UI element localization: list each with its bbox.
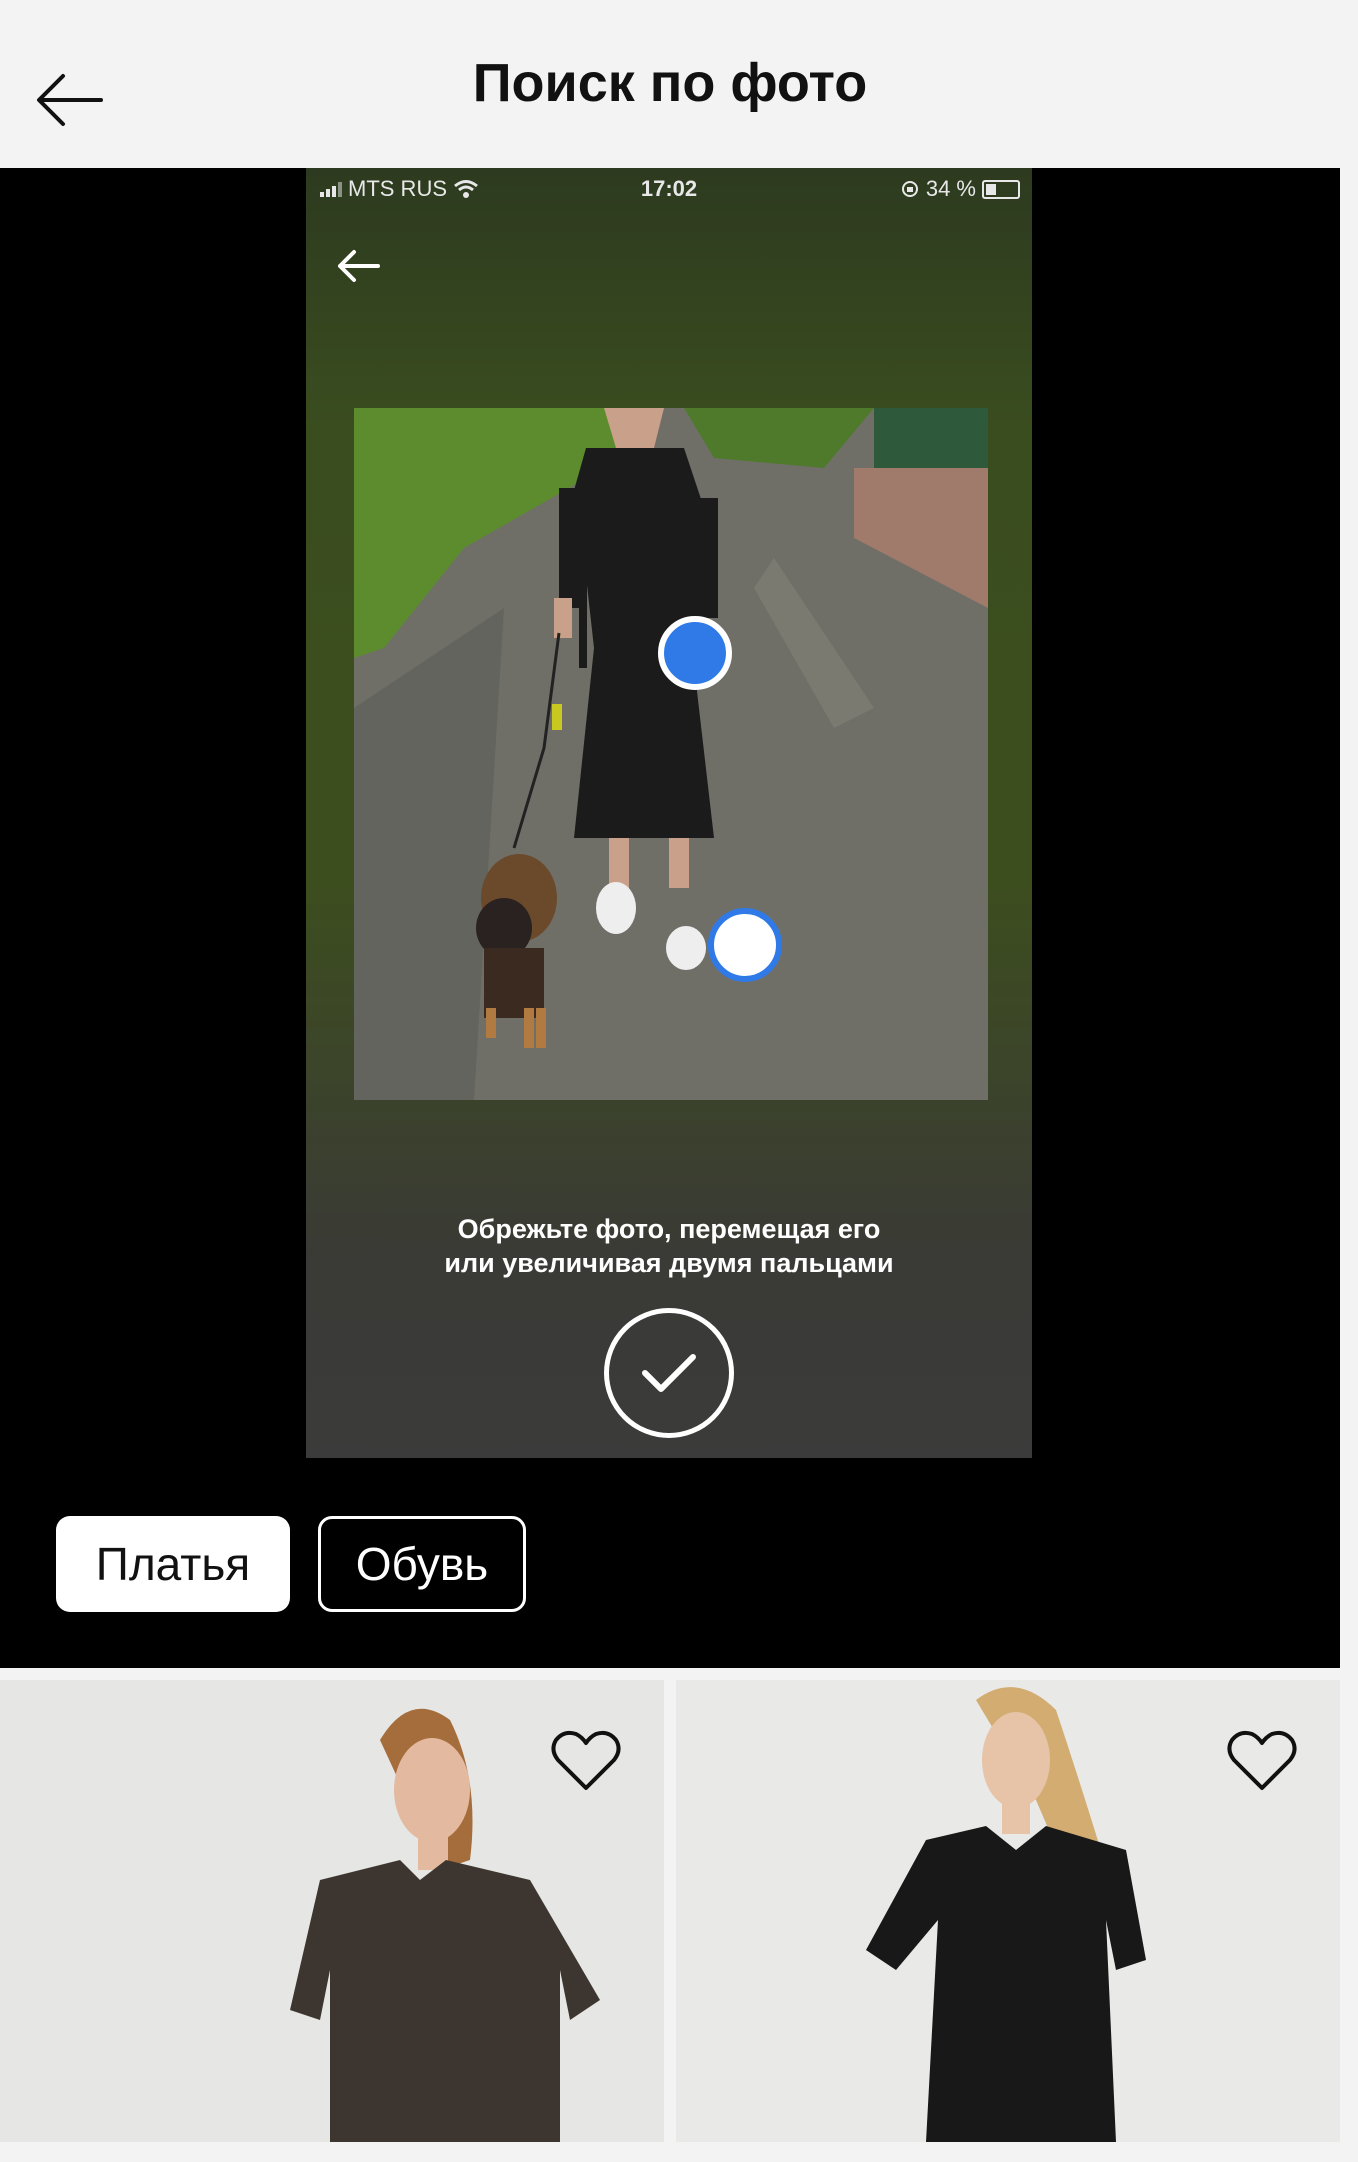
confirm-crop-button[interactable]: [604, 1308, 734, 1438]
page-title: Поиск по фото: [472, 53, 868, 113]
orientation-lock-icon: [901, 181, 918, 197]
instruction-line-1: Обрежьте фото, перемещая его: [457, 1214, 881, 1244]
battery-icon: [982, 179, 1020, 199]
product-card[interactable]: [676, 1680, 1340, 2142]
category-chip-dresses[interactable]: Платья: [56, 1516, 290, 1612]
checkmark-icon: [642, 1354, 696, 1392]
photo-crop-area: MTS RUS 17:02 34 % Обрежьте фото, переме…: [0, 168, 1340, 1668]
favorite-heart-icon[interactable]: [546, 1724, 626, 1798]
crop-handle-bottom[interactable]: [708, 908, 782, 982]
instruction-line-2: или увеличивая двумя пальцами: [444, 1248, 894, 1278]
category-chip-shoes[interactable]: Обувь: [318, 1516, 526, 1612]
crop-handle-top[interactable]: [658, 616, 732, 690]
inner-back-arrow-icon[interactable]: [328, 236, 388, 296]
photo-scene: [354, 408, 988, 1100]
status-right: 34 %: [900, 176, 1020, 202]
product-results: [0, 1680, 1340, 2162]
product-card[interactable]: [0, 1680, 664, 2142]
favorite-heart-icon[interactable]: [1222, 1724, 1302, 1798]
battery-percent: 34 %: [925, 176, 976, 201]
uploaded-photo[interactable]: [354, 408, 988, 1100]
crop-instruction: Обрежьте фото, перемещая его или увеличи…: [306, 1212, 1032, 1280]
phone-screenshot: MTS RUS 17:02 34 % Обрежьте фото, переме…: [306, 168, 1032, 1458]
app-header: Поиск по фото: [0, 0, 1340, 168]
phone-status-bar: MTS RUS 17:02 34 %: [306, 168, 1032, 212]
